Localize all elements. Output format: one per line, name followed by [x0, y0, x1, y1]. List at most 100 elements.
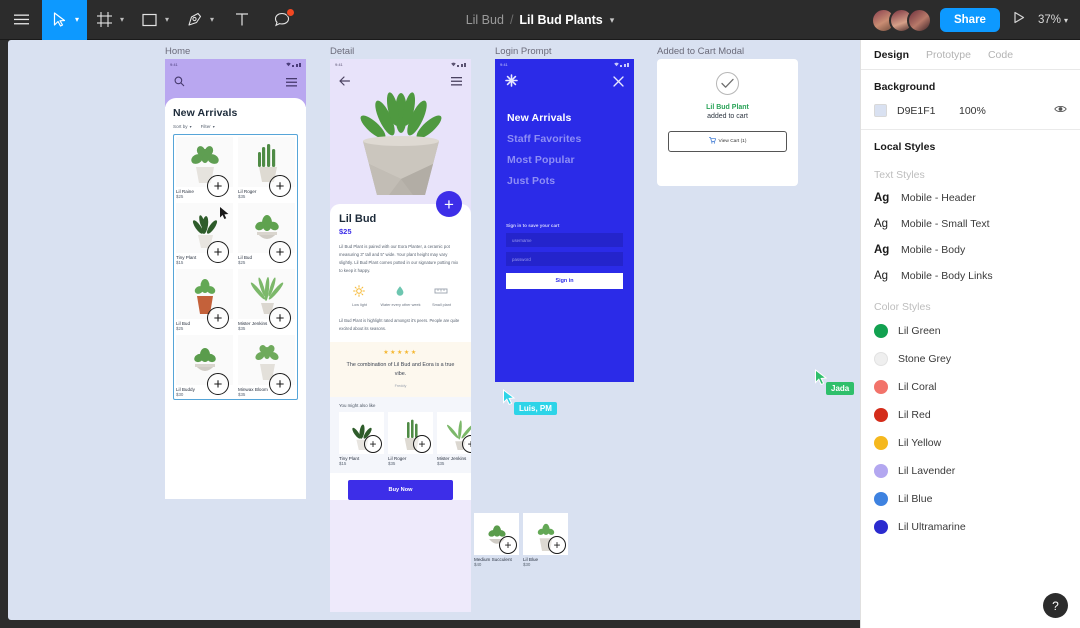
- tab-code[interactable]: Code: [988, 49, 1013, 61]
- comment-tool-button[interactable]: [262, 0, 302, 40]
- nav-item-most-popular[interactable]: Most Popular: [507, 154, 622, 166]
- password-input[interactable]: password: [506, 252, 623, 266]
- asterisk-logo-icon[interactable]: [505, 74, 518, 92]
- product-card[interactable]: + Lil Roger $35: [238, 137, 295, 199]
- frame-label-home[interactable]: Home: [165, 46, 190, 57]
- text-style-row[interactable]: Ag Mobile - Body Links: [861, 263, 1080, 289]
- hamburger-menu-icon: [13, 14, 29, 25]
- color-style-row[interactable]: Lil Red: [861, 401, 1080, 429]
- nav-item-staff-favorites[interactable]: Staff Favorites: [507, 133, 622, 145]
- nav-item-just-pots[interactable]: Just Pots: [507, 175, 622, 187]
- product-card[interactable]: + Lil Roger $35: [388, 411, 433, 466]
- help-button[interactable]: ?: [1043, 593, 1068, 618]
- frame-label-cart[interactable]: Added to Cart Modal: [657, 46, 744, 57]
- filter-dropdown[interactable]: Filter ▾: [201, 124, 215, 129]
- breadcrumb-current-page[interactable]: Lil Bud Plants: [519, 13, 602, 27]
- product-card[interactable]: + Tiny Plant $15: [339, 411, 384, 466]
- signin-button[interactable]: Sign in: [506, 273, 623, 289]
- hamburger-menu-icon[interactable]: [286, 74, 297, 92]
- color-style-row[interactable]: Lil Lavender: [861, 457, 1080, 485]
- text-style-row[interactable]: Ag Mobile - Header: [861, 185, 1080, 211]
- eye-icon[interactable]: [1054, 104, 1067, 117]
- product-card[interactable]: + Medium Succulent $40: [474, 513, 519, 567]
- chevron-down-icon[interactable]: ▾: [210, 15, 220, 24]
- plus-circle-icon[interactable]: +: [269, 307, 291, 329]
- plus-circle-icon[interactable]: +: [207, 307, 229, 329]
- plus-circle-icon[interactable]: +: [207, 241, 229, 263]
- close-x-icon[interactable]: [613, 74, 624, 92]
- product-image: +: [474, 513, 519, 555]
- zoom-control[interactable]: 37% ▾: [1038, 14, 1072, 26]
- nav-item-new-arrivals[interactable]: New Arrivals: [507, 112, 622, 124]
- plus-circle-icon[interactable]: +: [364, 434, 382, 453]
- buy-now-button[interactable]: Buy Now: [348, 479, 453, 500]
- sort-by-dropdown[interactable]: Sort by ▾: [173, 124, 192, 129]
- color-style-label: Lil Coral: [898, 381, 937, 393]
- selected-product-grid[interactable]: + Lil Raine $25 + Lil Roger $35 + Tiny P…: [173, 134, 298, 400]
- frame-detail[interactable]: 9:41 + Lil Bud $25 Lil Bud Plant is pair…: [330, 59, 471, 612]
- plus-circle-icon[interactable]: +: [548, 536, 566, 554]
- frame-label-login[interactable]: Login Prompt: [495, 46, 552, 57]
- pen-tool-button[interactable]: ▾: [177, 0, 222, 40]
- plus-circle-icon[interactable]: +: [269, 175, 291, 197]
- color-style-row[interactable]: Lil Blue: [861, 485, 1080, 513]
- color-style-row[interactable]: Lil Ultramarine: [861, 513, 1080, 541]
- frame-added-to-cart-modal[interactable]: Lil Bud Plant added to cart View Cart (1…: [657, 59, 798, 186]
- frame-label-detail[interactable]: Detail: [330, 46, 354, 57]
- chevron-down-icon[interactable]: ▾: [120, 15, 130, 24]
- color-style-row[interactable]: Lil Green: [861, 317, 1080, 345]
- color-style-row[interactable]: Lil Coral: [861, 373, 1080, 401]
- plus-circle-icon[interactable]: +: [499, 536, 517, 554]
- product-card[interactable]: + Minwax Bloom $35: [238, 335, 295, 397]
- also-like-overflow[interactable]: + Medium Succulent $40 + Lil Blue $30: [474, 513, 568, 567]
- share-button[interactable]: Share: [939, 8, 1000, 32]
- chevron-down-icon[interactable]: ▾: [75, 15, 85, 24]
- product-card[interactable]: + Mister Jenkins $35: [437, 411, 471, 466]
- text-style-row[interactable]: Ag Mobile - Body: [861, 237, 1080, 263]
- frame-tool-button[interactable]: ▾: [87, 0, 132, 40]
- status-bar: 9:41: [165, 59, 306, 70]
- color-swatch: [874, 436, 888, 450]
- care-item: Low light: [339, 284, 380, 309]
- text-style-row[interactable]: Ag Mobile - Small Text: [861, 211, 1080, 237]
- plus-circle-icon[interactable]: +: [207, 373, 229, 395]
- plus-circle-icon[interactable]: +: [207, 175, 229, 197]
- shopping-cart-icon: [708, 137, 716, 146]
- plus-circle-icon[interactable]: +: [413, 434, 431, 453]
- add-to-cart-fab[interactable]: +: [436, 191, 462, 217]
- color-style-row[interactable]: Lil Yellow: [861, 429, 1080, 457]
- rating-stars: ★★★★★: [383, 349, 418, 356]
- plus-circle-icon[interactable]: +: [269, 241, 291, 263]
- frame-login-prompt[interactable]: 9:41 New Arrivals Staff Favorites Most P…: [495, 59, 634, 382]
- product-card[interactable]: + Lil Bud $25: [176, 269, 233, 331]
- search-icon[interactable]: [174, 74, 185, 92]
- plus-circle-icon[interactable]: +: [269, 373, 291, 395]
- product-card[interactable]: + Lil Bud $25: [238, 203, 295, 265]
- breadcrumb-parent[interactable]: Lil Bud: [466, 13, 504, 27]
- move-tool-button[interactable]: ▾: [42, 0, 88, 40]
- cart-subtitle: added to cart: [707, 113, 748, 120]
- product-image: +: [339, 411, 384, 454]
- background-color-swatch[interactable]: [874, 104, 887, 117]
- view-cart-button[interactable]: View Cart (1): [668, 131, 787, 152]
- background-opacity-value[interactable]: 100%: [959, 105, 986, 117]
- text-tool-button[interactable]: [222, 0, 262, 40]
- tab-design[interactable]: Design: [874, 49, 909, 61]
- main-menu-button[interactable]: [0, 0, 42, 40]
- username-input[interactable]: username: [506, 233, 623, 247]
- product-card[interactable]: + Lil Raine $25: [176, 137, 233, 199]
- color-style-row[interactable]: Stone Grey: [861, 345, 1080, 373]
- background-hex-value[interactable]: D9E1F1: [897, 105, 959, 117]
- chevron-down-icon[interactable]: ▾: [610, 15, 615, 26]
- chevron-down-icon[interactable]: ▾: [165, 15, 175, 24]
- also-like-carousel[interactable]: + Tiny Plant $15 + Lil Roger $35 + Miste…: [339, 411, 471, 466]
- frame-home[interactable]: 9:41 New Arrivals Sort by ▾ Filter ▾ + L…: [165, 59, 306, 499]
- avatar[interactable]: [906, 7, 932, 33]
- shape-tool-button[interactable]: ▾: [132, 0, 177, 40]
- hamburger-menu-icon[interactable]: [451, 73, 462, 91]
- tab-prototype[interactable]: Prototype: [926, 49, 971, 61]
- product-card[interactable]: + Mister Jenkins $35: [238, 269, 295, 331]
- play-triangle-icon[interactable]: [1008, 11, 1030, 29]
- product-card[interactable]: + Lil Buddy $30: [176, 335, 233, 397]
- product-card[interactable]: + Lil Blue $30: [523, 513, 568, 567]
